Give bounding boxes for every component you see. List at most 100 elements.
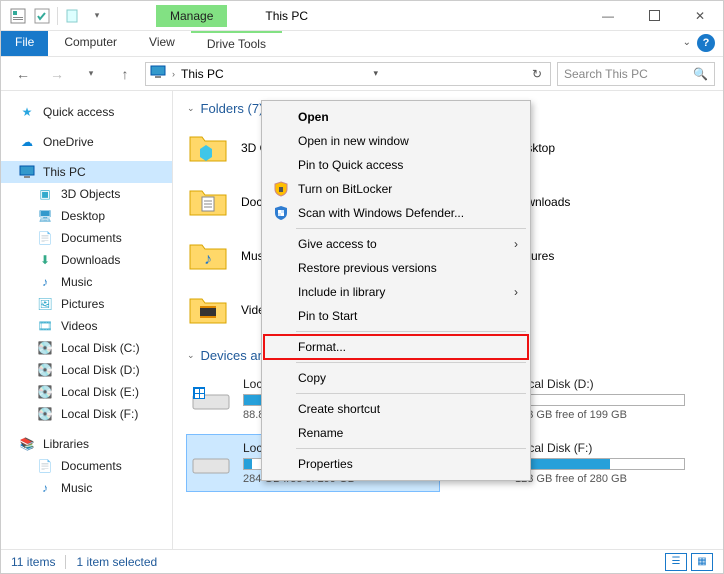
sidebar-videos[interactable]: 🎞 Videos xyxy=(1,315,172,337)
sidebar-quick-access[interactable]: ★ Quick access xyxy=(1,101,172,123)
nav-back-button[interactable]: ← xyxy=(9,61,37,87)
breadcrumb-chevron-icon[interactable]: › xyxy=(172,69,175,79)
ctx-defender-scan[interactable]: Scan with Windows Defender... xyxy=(264,201,528,225)
ctx-separator xyxy=(296,362,526,363)
sidebar-libraries[interactable]: 📚Libraries xyxy=(1,433,172,455)
shield-lock-icon xyxy=(272,180,290,198)
sidebar-item-label: Local Disk (D:) xyxy=(61,363,140,377)
qat-newfolder-icon[interactable] xyxy=(62,5,84,27)
sidebar-local-disk-f[interactable]: 💽 Local Disk (F:) xyxy=(1,403,172,425)
sidebar-desktop[interactable]: 🖥 Desktop xyxy=(1,205,172,227)
drive-icon xyxy=(189,445,233,481)
status-separator xyxy=(65,555,66,569)
drive-icon: 💽 xyxy=(37,384,53,400)
ctx-open[interactable]: Open xyxy=(264,105,528,129)
drive-label: Local Disk (F:) xyxy=(515,441,685,455)
qat-properties-icon[interactable] xyxy=(7,5,29,27)
chevron-down-icon: ⌄ xyxy=(187,103,195,114)
drive-icon: 💽 xyxy=(37,362,53,378)
sidebar-item-label: 3D Objects xyxy=(61,187,120,201)
help-button[interactable]: ? xyxy=(697,34,715,52)
search-icon: 🔍 xyxy=(693,67,708,81)
ctx-pin-quick-access[interactable]: Pin to Quick access xyxy=(264,153,528,177)
desktop-icon: 🖥 xyxy=(37,208,53,224)
ctx-pin-to-start[interactable]: Pin to Start xyxy=(264,304,528,328)
sidebar-item-label: Quick access xyxy=(43,105,114,119)
sidebar-pictures[interactable]: 🖼 Pictures xyxy=(1,293,172,315)
ctx-copy[interactable]: Copy xyxy=(264,366,528,390)
ctx-rename[interactable]: Rename xyxy=(264,421,528,445)
nav-forward-button[interactable]: → xyxy=(43,61,71,87)
sidebar-local-disk-e[interactable]: 💽 Local Disk (E:) xyxy=(1,381,172,403)
drive-icon xyxy=(189,381,233,417)
refresh-button[interactable]: ↻ xyxy=(528,67,546,81)
ctx-open-new-window[interactable]: Open in new window xyxy=(264,129,528,153)
computer-tab[interactable]: Computer xyxy=(48,31,133,56)
manage-contextual-tab[interactable]: Manage xyxy=(156,5,227,27)
drive-icon: 💽 xyxy=(37,340,53,356)
ctx-label: Include in library xyxy=(298,285,385,299)
music-icon: ♪ xyxy=(37,480,53,496)
cube-icon: ▣ xyxy=(37,186,53,202)
sidebar-3d-objects[interactable]: ▣ 3D Objects xyxy=(1,183,172,205)
sidebar-item-label: Desktop xyxy=(61,209,105,223)
breadcrumb-location[interactable]: This PC xyxy=(181,67,224,81)
ctx-give-access-to[interactable]: Give access to› xyxy=(264,232,528,256)
sidebar-onedrive[interactable]: ☁OneDrive xyxy=(1,131,172,153)
pictures-icon: 🖼 xyxy=(37,296,53,312)
ctx-label: Scan with Windows Defender... xyxy=(298,206,464,220)
sidebar-this-pc[interactable]: This PC xyxy=(1,161,172,183)
search-box[interactable]: Search This PC 🔍 xyxy=(557,62,715,86)
maximize-button[interactable] xyxy=(631,1,677,31)
view-details-button[interactable]: ☰ xyxy=(665,553,687,571)
sidebar-item-label: Videos xyxy=(61,319,97,333)
view-thumbnails-button[interactable]: ▦ xyxy=(691,553,713,571)
sidebar-documents[interactable]: 📄Documents xyxy=(1,227,172,249)
qat-checkbox-icon[interactable] xyxy=(31,5,53,27)
address-dropdown-icon[interactable]: ▾ xyxy=(370,68,383,79)
nav-recent-dropdown[interactable]: ▾ xyxy=(77,61,105,87)
libraries-icon: 📚 xyxy=(19,436,35,452)
nav-up-button[interactable]: ↑ xyxy=(111,61,139,87)
documents-icon: 📄 xyxy=(37,230,53,246)
sidebar-lib-documents[interactable]: 📄Documents xyxy=(1,455,172,477)
drive-icon: 💽 xyxy=(37,406,53,422)
sidebar-local-disk-c[interactable]: 💽Local Disk (C:) xyxy=(1,337,172,359)
sidebar-downloads[interactable]: ⬇Downloads xyxy=(1,249,172,271)
defender-shield-icon xyxy=(272,204,290,222)
view-tab[interactable]: View xyxy=(133,31,191,56)
ctx-properties[interactable]: Properties xyxy=(264,452,528,476)
drive-usage-bar xyxy=(515,458,685,470)
sidebar-item-label: Documents xyxy=(61,459,122,473)
minimize-button[interactable]: — xyxy=(585,1,631,31)
sidebar-item-label: Pictures xyxy=(61,297,104,311)
ctx-include-in-library[interactable]: Include in library › xyxy=(264,280,528,304)
file-tab[interactable]: File xyxy=(1,31,48,56)
sidebar-item-label: Downloads xyxy=(61,253,120,267)
context-menu: Open Open in new window Pin to Quick acc… xyxy=(261,100,531,481)
address-box[interactable]: › This PC ▾ ↻ xyxy=(145,62,551,86)
ctx-restore-previous[interactable]: Restore previous versions xyxy=(264,256,528,280)
sidebar-item-label: This PC xyxy=(43,165,86,179)
pc-icon xyxy=(19,164,35,180)
sidebar-music[interactable]: ♪Music xyxy=(1,271,172,293)
sidebar-lib-music[interactable]: ♪ Music xyxy=(1,477,172,499)
ribbon-collapse-icon[interactable]: ⌄ xyxy=(683,37,691,48)
sidebar-local-disk-d[interactable]: 💽 Local Disk (D:) xyxy=(1,359,172,381)
ctx-separator xyxy=(296,228,526,229)
close-button[interactable]: ✕ xyxy=(677,1,723,31)
ctx-bitlocker[interactable]: Turn on BitLocker xyxy=(264,177,528,201)
submenu-arrow-icon: › xyxy=(514,285,518,299)
sidebar-item-label: Local Disk (E:) xyxy=(61,385,139,399)
qat-dropdown-icon[interactable]: ▾ xyxy=(86,5,108,27)
videos-icon: 🎞 xyxy=(37,318,53,334)
ctx-create-shortcut[interactable]: Create shortcut xyxy=(264,397,528,421)
star-icon: ★ xyxy=(19,104,35,120)
sidebar-item-label: Local Disk (F:) xyxy=(61,407,138,421)
ctx-format[interactable]: Format... xyxy=(264,335,528,359)
navigation-pane: ★ Quick access ☁OneDrive This PC ▣ 3D Obje… xyxy=(1,91,173,549)
sidebar-item-label: Music xyxy=(61,481,92,495)
svg-text:♪: ♪ xyxy=(204,251,212,268)
drive-tools-tab[interactable]: Drive Tools xyxy=(191,31,282,56)
window-title: This PC xyxy=(227,9,585,23)
